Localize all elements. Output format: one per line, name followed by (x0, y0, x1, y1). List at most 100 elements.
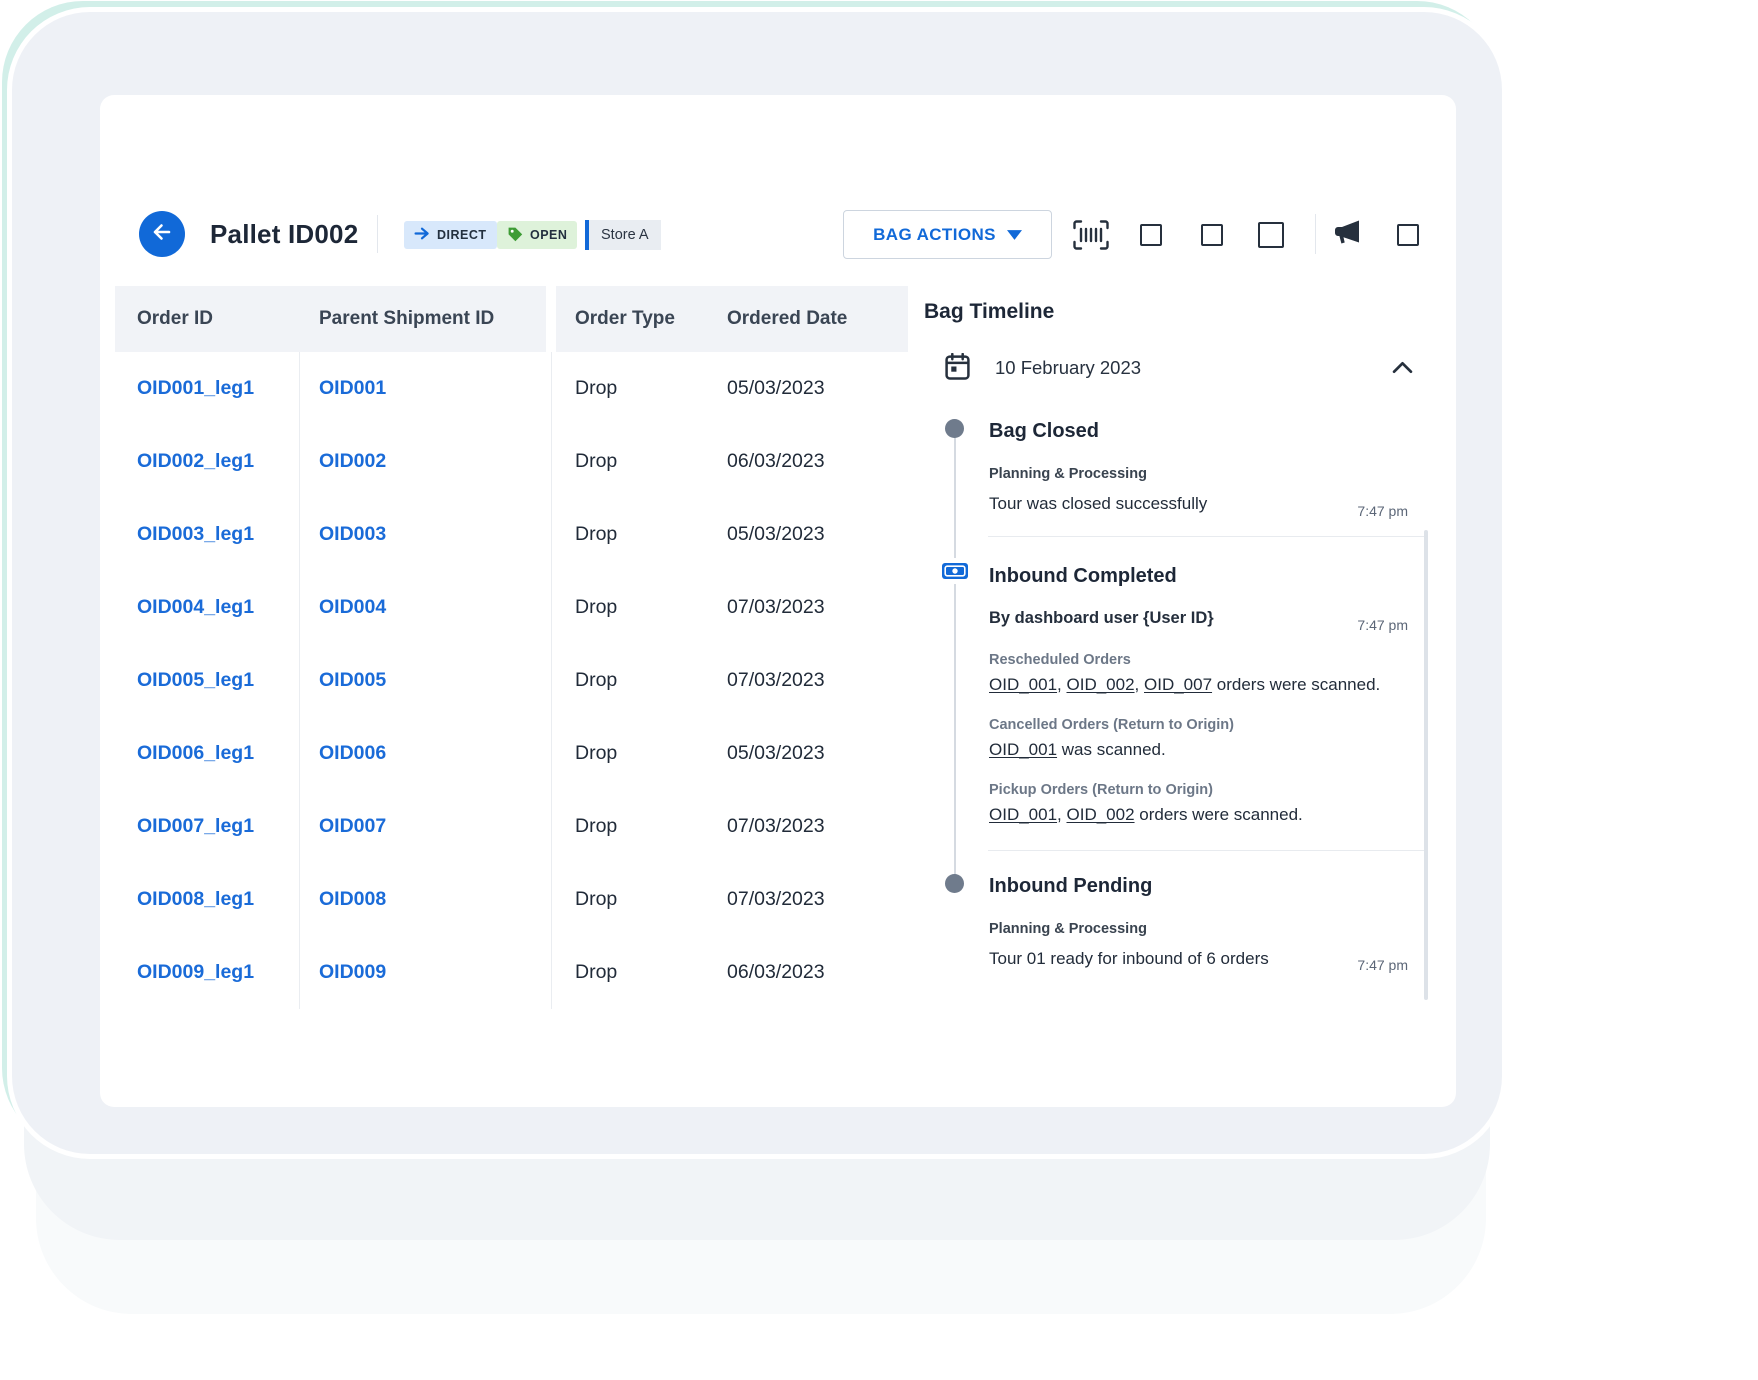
timeline-scrollbar[interactable] (1424, 530, 1428, 1000)
toolbar-placeholder-icon-3[interactable] (1258, 222, 1284, 248)
order-id-link[interactable]: OID002_leg1 (137, 425, 254, 498)
parent-shipment-link[interactable]: OID004 (319, 571, 386, 644)
toolbar-placeholder-icon-1[interactable] (1140, 224, 1162, 246)
cancelled-orders-line: OID_001 was scanned. (989, 740, 1166, 760)
barcode-scan-icon[interactable] (1073, 220, 1109, 250)
order-link[interactable]: OID_002 (1067, 675, 1135, 694)
arrow-left-icon (150, 220, 174, 249)
separator: , (1057, 805, 1066, 824)
rescheduled-orders-label: Rescheduled Orders (989, 652, 1131, 668)
inbound-completed-icon (940, 558, 970, 584)
order-type-cell: Drop (575, 571, 617, 644)
order-link[interactable]: OID_002 (1067, 805, 1135, 824)
toolbar-placeholder-icon-4[interactable] (1397, 224, 1419, 246)
calendar-icon (945, 353, 970, 385)
col-ordered-date: Ordered Date (727, 286, 847, 352)
event-time: 7:47 pm (1357, 503, 1408, 519)
order-id-link[interactable]: OID009_leg1 (137, 936, 254, 1009)
order-type-cell: Drop (575, 425, 617, 498)
table-row: OID008_leg1 OID008 Drop 07/03/2023 (100, 863, 910, 936)
order-id-link[interactable]: OID003_leg1 (137, 498, 254, 571)
event-by-user: By dashboard user {User ID} (989, 609, 1214, 628)
order-type-cell: Drop (575, 644, 617, 717)
toolbar-placeholder-icon-2[interactable] (1201, 224, 1223, 246)
table-row: OID003_leg1 OID003 Drop 05/03/2023 (100, 498, 910, 571)
chevron-up-icon[interactable] (1392, 361, 1413, 379)
line-suffix: orders were scanned. (1135, 805, 1303, 824)
order-id-link[interactable]: OID008_leg1 (137, 863, 254, 936)
separator: , (1135, 675, 1144, 694)
ordered-date-cell: 06/03/2023 (727, 425, 825, 498)
table-row: OID004_leg1 OID004 Drop 07/03/2023 (100, 571, 910, 644)
parent-shipment-link[interactable]: OID006 (319, 717, 386, 790)
parent-shipment-link[interactable]: OID003 (319, 498, 386, 571)
col-order-id: Order ID (137, 286, 213, 352)
inbound-pending-bullet-icon (945, 874, 964, 893)
ordered-date-cell: 05/03/2023 (727, 498, 825, 571)
order-type-cell: Drop (575, 936, 617, 1009)
open-badge: OPEN (497, 221, 577, 249)
event-title: Bag Closed (989, 420, 1099, 443)
table-row: OID007_leg1 OID007 Drop 07/03/2023 (100, 790, 910, 863)
ordered-date-cell: 06/03/2023 (727, 936, 825, 1009)
order-type-cell: Drop (575, 863, 617, 936)
line-suffix: was scanned. (1057, 740, 1166, 759)
parent-shipment-link[interactable]: OID008 (319, 863, 386, 936)
bag-closed-bullet-icon (945, 419, 964, 438)
table-header-band-left: Order ID Parent Shipment ID (115, 286, 546, 352)
cancelled-orders-label: Cancelled Orders (Return to Origin) (989, 717, 1234, 733)
order-link[interactable]: OID_001 (989, 740, 1057, 759)
bag-actions-label: BAG ACTIONS (873, 225, 996, 245)
table-row: OID005_leg1 OID005 Drop 07/03/2023 (100, 644, 910, 717)
event-label: Planning & Processing (989, 921, 1147, 937)
timeline-line (954, 428, 956, 883)
ordered-date-cell: 07/03/2023 (727, 644, 825, 717)
parent-shipment-link[interactable]: OID002 (319, 425, 386, 498)
tag-icon (507, 226, 523, 245)
order-id-link[interactable]: OID006_leg1 (137, 717, 254, 790)
order-type-cell: Drop (575, 352, 617, 425)
order-id-link[interactable]: OID001_leg1 (137, 352, 254, 425)
order-link[interactable]: OID_001 (989, 675, 1057, 694)
order-link[interactable]: OID_001 (989, 805, 1057, 824)
order-type-cell: Drop (575, 717, 617, 790)
bag-actions-button[interactable]: BAG ACTIONS (843, 210, 1052, 259)
order-id-link[interactable]: OID004_leg1 (137, 571, 254, 644)
line-suffix: orders were scanned. (1212, 675, 1380, 694)
ordered-date-cell: 05/03/2023 (727, 352, 825, 425)
ordered-date-cell: 05/03/2023 (727, 717, 825, 790)
order-link[interactable]: OID_007 (1144, 675, 1212, 694)
megaphone-icon[interactable] (1334, 219, 1362, 246)
header-divider (377, 215, 378, 253)
timeline-title: Bag Timeline (924, 300, 1054, 324)
ordered-date-cell: 07/03/2023 (727, 571, 825, 644)
table-row: OID006_leg1 OID006 Drop 05/03/2023 (100, 717, 910, 790)
col-order-type: Order Type (575, 286, 675, 352)
back-button[interactable] (139, 211, 185, 257)
order-id-link[interactable]: OID005_leg1 (137, 644, 254, 717)
order-id-link[interactable]: OID007_leg1 (137, 790, 254, 863)
timeline-date: 10 February 2023 (995, 357, 1141, 379)
table-header-band-right: Order Type Ordered Date (556, 286, 908, 352)
parent-shipment-link[interactable]: OID001 (319, 352, 386, 425)
event-label: Planning & Processing (989, 466, 1147, 482)
table-row: OID009_leg1 OID009 Drop 06/03/2023 (100, 936, 910, 1009)
ordered-date-cell: 07/03/2023 (727, 863, 825, 936)
table-row: OID001_leg1 OID001 Drop 05/03/2023 (100, 352, 910, 425)
order-type-cell: Drop (575, 790, 617, 863)
pickup-orders-label: Pickup Orders (Return to Origin) (989, 782, 1213, 798)
parent-shipment-link[interactable]: OID005 (319, 644, 386, 717)
timeline-separator (988, 536, 1426, 537)
app-card: Pallet ID002 DIRECT OPEN Store A BAG ACT… (100, 95, 1456, 1107)
parent-shipment-link[interactable]: OID007 (319, 790, 386, 863)
event-title: Inbound Completed (989, 565, 1177, 588)
pickup-orders-line: OID_001, OID_002 orders were scanned. (989, 805, 1303, 825)
page-title: Pallet ID002 (210, 219, 358, 250)
event-message: Tour 01 ready for inbound of 6 orders (989, 949, 1269, 969)
parent-shipment-link[interactable]: OID009 (319, 936, 386, 1009)
screen: Pallet ID002 DIRECT OPEN Store A BAG ACT… (0, 0, 1758, 1380)
toolbar-divider (1315, 214, 1316, 254)
event-time: 7:47 pm (1357, 617, 1408, 633)
order-type-cell: Drop (575, 498, 617, 571)
ordered-date-cell: 07/03/2023 (727, 790, 825, 863)
